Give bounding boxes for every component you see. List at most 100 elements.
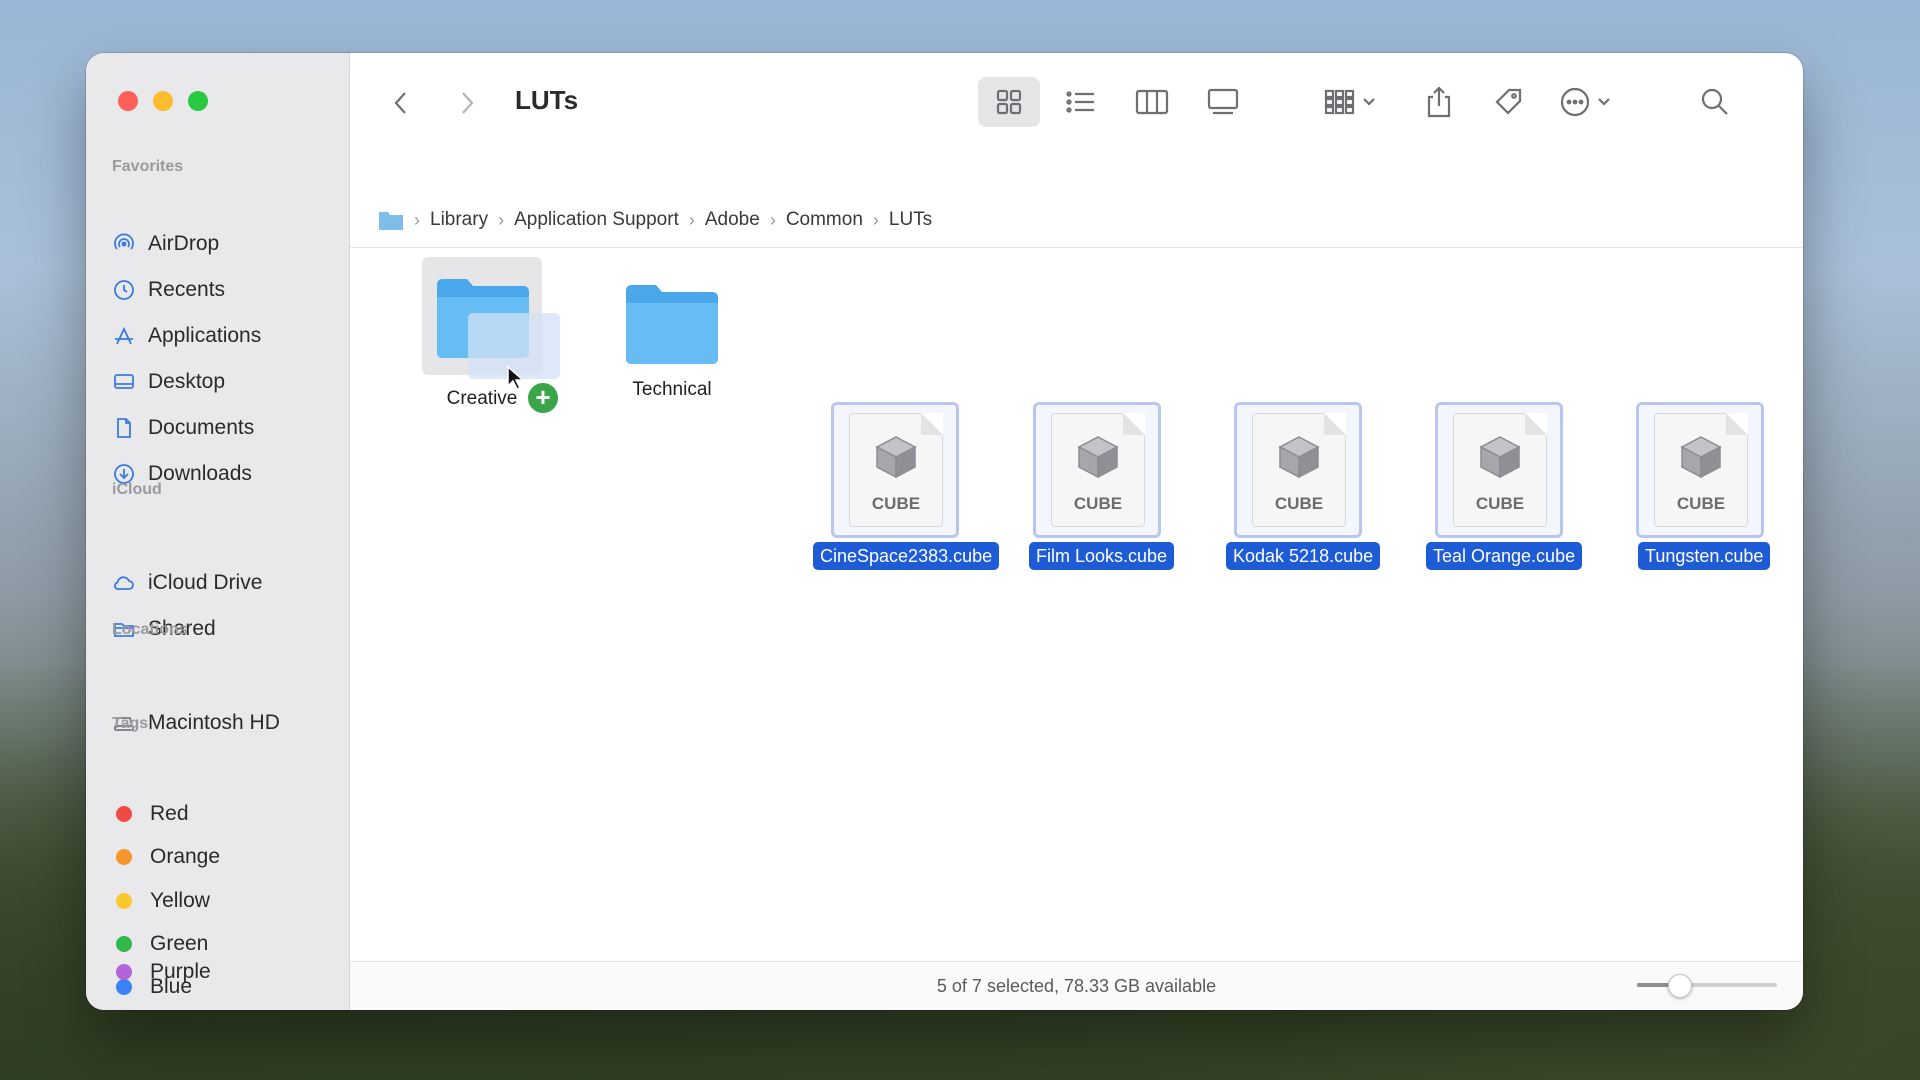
- breadcrumb-library[interactable]: Library: [430, 209, 488, 231]
- file-item-kodak-5218[interactable]: CUBE Kodak 5218.cube: [1201, 402, 1391, 572]
- sidebar-item-label: Red: [150, 802, 189, 825]
- sidebar-tag-green[interactable]: Green: [112, 928, 208, 960]
- clock-icon: [114, 280, 134, 300]
- search-button[interactable]: [1690, 77, 1740, 127]
- file-item-tungsten[interactable]: CUBE Tungsten.cube: [1603, 402, 1793, 572]
- sidebar-tag-red[interactable]: Red: [112, 798, 189, 830]
- tag-red-dot: [116, 806, 132, 822]
- icon-size-slider[interactable]: [1637, 974, 1777, 998]
- list-icon: [1066, 91, 1094, 113]
- breadcrumb-application-support[interactable]: Application Support: [514, 209, 679, 231]
- sidebar-heading-favorites: Favorites: [112, 158, 184, 175]
- sidebar-item-label: Documents: [148, 416, 255, 439]
- column-view-button[interactable]: [1123, 77, 1181, 127]
- cube-icon: [1077, 436, 1119, 479]
- status-text: 5 of 7 selected, 78.33 GB available: [936, 975, 1217, 996]
- list-view-button[interactable]: [1052, 77, 1110, 127]
- cube-icon: [1680, 436, 1722, 479]
- action-menu-button[interactable]: [1554, 77, 1624, 127]
- desktop-icon: [114, 374, 134, 389]
- folder-item-technical[interactable]: Technical: [612, 283, 732, 433]
- document-icon: [117, 418, 131, 438]
- forward-button[interactable]: [450, 86, 484, 120]
- icon-view-button[interactable]: [978, 77, 1040, 127]
- main-content: LUTs › Library › Application Support › A…: [350, 53, 1803, 1010]
- folder-icon[interactable]: [378, 209, 404, 231]
- sidebar-tag-yellow[interactable]: Yellow: [112, 885, 210, 917]
- close-button[interactable]: [118, 91, 138, 111]
- file-item-teal-orange[interactable]: CUBE Teal Orange.cube: [1402, 402, 1592, 572]
- icon-size-slider-knob[interactable]: [1668, 974, 1692, 998]
- folder-label: Creative: [446, 388, 518, 409]
- minimize-button[interactable]: [153, 91, 173, 111]
- group-by-button[interactable]: [1316, 77, 1386, 127]
- breadcrumb-common[interactable]: Common: [786, 209, 863, 231]
- finder-window: Favorites AirDrop Recents Applications D…: [86, 53, 1803, 1010]
- cube-file-icon: CUBE: [1453, 413, 1547, 527]
- share-icon: [1427, 86, 1451, 118]
- chevron-left-icon: [394, 92, 406, 114]
- file-item-cinespace2383[interactable]: CUBE CineSpace2383.cube: [799, 402, 1000, 572]
- tag-button[interactable]: [1484, 77, 1534, 127]
- sidebar-heading-locations: Locations: [112, 621, 188, 638]
- selection-highlight: CUBE: [1234, 402, 1362, 538]
- applications-icon: [115, 326, 133, 345]
- window-controls: [118, 91, 208, 111]
- selection-highlight: CUBE: [831, 402, 959, 538]
- chevron-right-icon: ›: [688, 209, 695, 230]
- sidebar-heading-tags: Tags: [112, 715, 149, 732]
- airdrop-icon: [114, 233, 134, 250]
- chevron-right-icon: ›: [414, 209, 420, 230]
- sidebar-tag-purple[interactable]: Purple: [112, 960, 211, 984]
- file-kind-label: CUBE: [1676, 494, 1726, 513]
- gallery-icon: [1207, 88, 1239, 115]
- toolbar: LUTs: [350, 53, 1803, 143]
- tag-green-dot: [116, 936, 132, 952]
- breadcrumb-luts[interactable]: LUTs: [889, 209, 932, 231]
- cube-file-icon: CUBE: [1252, 413, 1346, 527]
- file-kind-label: CUBE: [1475, 494, 1525, 513]
- sidebar-item-airdrop[interactable]: AirDrop: [112, 228, 219, 260]
- sidebar-item-label: Desktop: [148, 370, 226, 393]
- file-kind-label: CUBE: [1274, 494, 1324, 513]
- sidebar-item-documents[interactable]: Documents: [112, 412, 254, 444]
- file-name-label: Tungsten.cube: [1638, 542, 1771, 570]
- file-name-label: Film Looks.cube: [1029, 542, 1175, 570]
- chevron-right-icon: ›: [498, 209, 505, 230]
- sidebar-item-label: Recents: [148, 278, 226, 301]
- chevron-right-icon: ›: [769, 209, 776, 230]
- group-grid-icon: [1324, 89, 1375, 115]
- folder-item-creative[interactable]: Creative +: [422, 257, 560, 453]
- sidebar: Favorites AirDrop Recents Applications D…: [86, 53, 350, 1010]
- sidebar-item-label: Yellow: [150, 889, 210, 912]
- file-kind-label: CUBE: [1073, 494, 1123, 513]
- breadcrumb-adobe[interactable]: Adobe: [705, 209, 760, 231]
- sidebar-item-desktop[interactable]: Desktop: [112, 366, 225, 398]
- sidebar-item-label: AirDrop: [148, 232, 220, 255]
- folder-label: Technical: [632, 379, 712, 400]
- file-name-label: CineSpace2383.cube: [813, 542, 1000, 570]
- gallery-view-button[interactable]: [1194, 77, 1252, 127]
- sidebar-item-label: iCloud Drive: [148, 571, 263, 594]
- status-bar: 5 of 7 selected, 78.33 GB available: [350, 961, 1803, 1010]
- folder-icon: [626, 285, 718, 364]
- share-button[interactable]: [1414, 77, 1464, 127]
- sidebar-tag-orange[interactable]: Orange: [112, 841, 220, 873]
- cube-file-icon: CUBE: [849, 413, 943, 527]
- chevron-right-icon: [462, 92, 474, 114]
- cloud-icon: [114, 576, 134, 590]
- zoom-button[interactable]: [188, 91, 208, 111]
- sidebar-item-label: Orange: [150, 845, 221, 868]
- cube-file-icon: CUBE: [1051, 413, 1145, 527]
- columns-icon: [1135, 89, 1169, 115]
- back-button[interactable]: [384, 86, 418, 120]
- tag-orange-dot: [116, 849, 132, 865]
- file-kind-label: CUBE: [871, 494, 921, 513]
- file-name-label: Kodak 5218.cube: [1226, 542, 1381, 570]
- file-name-label: Teal Orange.cube: [1426, 542, 1583, 570]
- tag-icon: [1495, 88, 1522, 115]
- sidebar-item-recents[interactable]: Recents: [112, 274, 225, 306]
- sidebar-item-applications[interactable]: Applications: [112, 320, 261, 352]
- file-item-film-looks[interactable]: CUBE Film Looks.cube: [1000, 402, 1190, 572]
- sidebar-item-icloud-drive[interactable]: iCloud Drive: [112, 567, 262, 599]
